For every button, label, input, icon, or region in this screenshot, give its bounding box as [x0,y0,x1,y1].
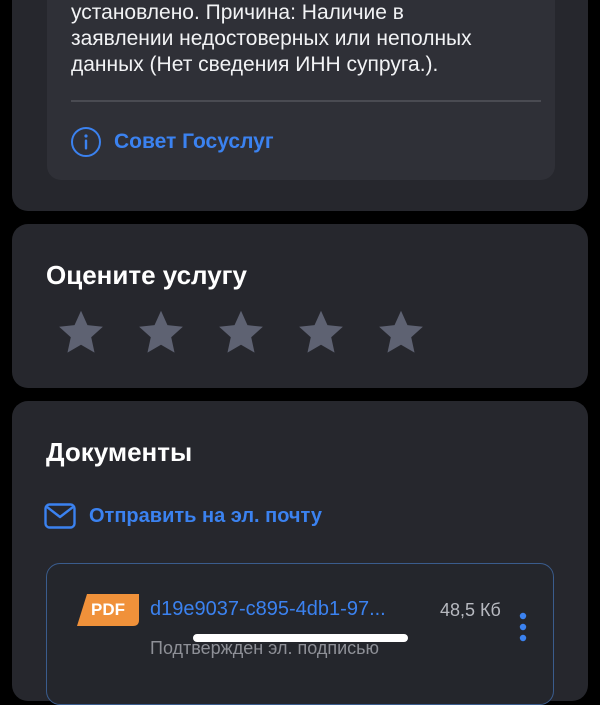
send-email-button[interactable]: Отправить на эл. почту [44,503,322,529]
envelope-icon [44,503,76,529]
document-name-link[interactable]: d19e9037-c895-4db1-97... [150,598,386,621]
documents-title: Документы [46,437,193,467]
rating-stars [56,307,426,357]
star-icon-5[interactable] [376,307,426,357]
refusal-reason-text: установлено. Причина: Наличие в заявлени… [71,1,472,76]
advice-label: Совет Госуслуг [114,130,274,153]
star-icon-2[interactable] [136,307,186,357]
more-vertical-icon[interactable] [517,612,529,642]
divider [71,100,541,102]
star-icon-1[interactable] [56,307,106,357]
star-icon-3[interactable] [216,307,266,357]
documents-card: Документы Отправить на эл. почту PDF d19… [12,401,588,705]
pdf-badge-label: PDF [91,600,125,619]
pdf-file-icon: PDF [77,594,139,626]
send-email-label: Отправить на эл. почту [89,504,322,527]
rating-title: Оцените услугу [46,260,247,290]
rating-card: Оцените услугу [12,224,588,388]
status-card: установлено. Причина: Наличие в заявлени… [12,0,588,211]
home-indicator[interactable] [193,634,408,642]
star-icon-4[interactable] [296,307,346,357]
gosuslugi-advice-link[interactable]: Совет Госуслуг [70,126,274,158]
document-size: 48,5 Кб [440,600,501,620]
info-circle-icon [71,127,101,157]
